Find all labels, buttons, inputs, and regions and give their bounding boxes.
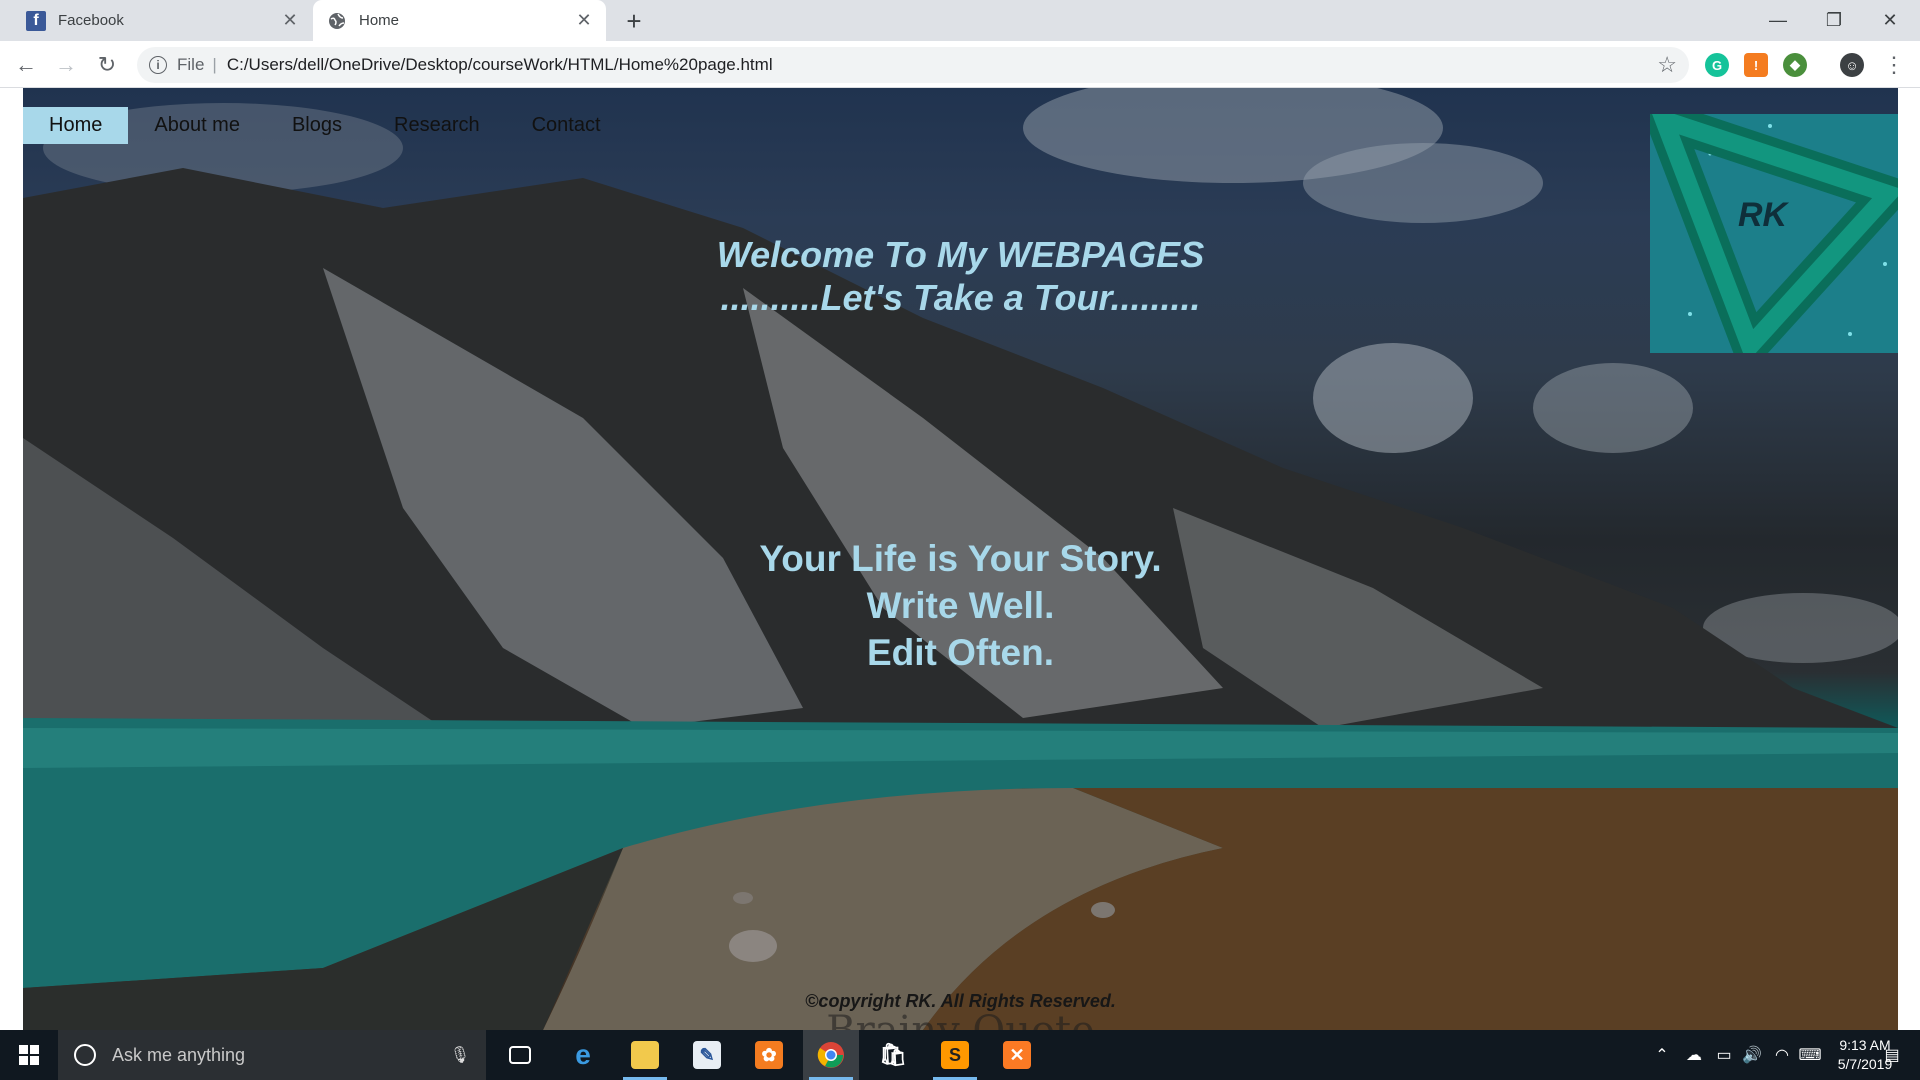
edge-icon: e bbox=[575, 1039, 591, 1070]
extension-icon[interactable]: ◆ bbox=[1783, 53, 1807, 77]
address-bar[interactable]: i File | C:/Users/dell/OneDrive/Desktop/… bbox=[137, 47, 1689, 83]
globe-icon bbox=[327, 11, 347, 31]
facebook-icon: f bbox=[26, 10, 46, 31]
bookmark-star-icon[interactable]: ☆ bbox=[1657, 52, 1677, 78]
grammarly-icon[interactable]: G bbox=[1705, 53, 1729, 77]
notepad-icon: ✎ bbox=[693, 1041, 721, 1069]
task-view-icon bbox=[509, 1046, 531, 1064]
onedrive-icon[interactable]: ☁ bbox=[1680, 1030, 1708, 1080]
cortana-icon bbox=[74, 1044, 96, 1066]
copyright-footer: ©copyright RK. All Rights Reserved. bbox=[805, 991, 1116, 1011]
tab-title: Home bbox=[359, 12, 400, 29]
chrome-icon bbox=[817, 1041, 845, 1069]
quote-line-1: Your Life is Your Story. bbox=[759, 538, 1162, 579]
tab-title: Facebook bbox=[58, 12, 124, 29]
taskbar-search[interactable]: Ask me anything 🎙 bbox=[58, 1030, 486, 1080]
taskbar-store[interactable]: 🛍 bbox=[865, 1030, 921, 1080]
info-icon[interactable]: i bbox=[149, 56, 167, 74]
close-window-button[interactable]: ✕ bbox=[1862, 0, 1918, 41]
taskbar-edge[interactable]: e bbox=[555, 1030, 611, 1080]
volume-icon[interactable]: 🔊 bbox=[1738, 1030, 1766, 1080]
nav-home[interactable]: Home bbox=[23, 107, 129, 144]
quote-line-3: Edit Often. bbox=[866, 632, 1055, 673]
store-icon: 🛍 bbox=[879, 1042, 907, 1067]
taskbar-sublime[interactable]: S bbox=[927, 1030, 983, 1080]
nav-about-me[interactable]: About me bbox=[128, 107, 266, 144]
page-viewport: Home About me Blogs Research Contact RK … bbox=[0, 88, 1920, 1030]
extension-icon[interactable]: ! bbox=[1744, 53, 1768, 77]
quote-line-2: Write Well. bbox=[866, 585, 1055, 626]
task-view-button[interactable] bbox=[492, 1030, 548, 1080]
logo-text: RK bbox=[1738, 196, 1790, 234]
quote-block: Your Life is Your Story. Write Well. Edi… bbox=[23, 535, 1898, 676]
new-tab-button[interactable]: + bbox=[618, 6, 650, 36]
welcome-heading: Welcome To My WEBPAGES ..........Let's T… bbox=[23, 233, 1898, 319]
taskbar-xampp[interactable]: ✕ bbox=[989, 1030, 1045, 1080]
profile-avatar[interactable]: ☺ bbox=[1840, 53, 1864, 77]
nav-contact[interactable]: Contact bbox=[506, 107, 627, 144]
restore-button[interactable]: ❐ bbox=[1806, 0, 1862, 41]
folder-icon bbox=[631, 1041, 659, 1069]
tab-home[interactable]: Home ✕ bbox=[313, 0, 606, 41]
address-scheme: File bbox=[177, 55, 205, 74]
taskbar-file-explorer[interactable] bbox=[617, 1030, 673, 1080]
keyboard-icon[interactable]: ⌨ bbox=[1796, 1030, 1824, 1080]
taskbar-notepad[interactable]: ✎ bbox=[679, 1030, 735, 1080]
welcome-line-1: Welcome To My WEBPAGES bbox=[716, 234, 1205, 275]
nav-blogs[interactable]: Blogs bbox=[266, 107, 368, 144]
battery-icon[interactable]: ▭ bbox=[1710, 1030, 1738, 1080]
reload-button[interactable]: ↻ bbox=[91, 49, 123, 81]
welcome-line-2: ..........Let's Take a Tour......... bbox=[720, 277, 1201, 318]
tab-facebook[interactable]: f Facebook ✕ bbox=[12, 0, 312, 41]
browser-tab-bar: f Facebook ✕ Home ✕ + — ❐ ✕ bbox=[0, 0, 1920, 41]
start-button[interactable] bbox=[0, 1030, 58, 1080]
back-button[interactable]: ← bbox=[10, 49, 42, 81]
sublime-text-icon: S bbox=[941, 1041, 969, 1069]
top-navigation: Home About me Blogs Research Contact bbox=[23, 107, 627, 144]
taskbar-chrome[interactable] bbox=[803, 1030, 859, 1080]
paint-icon: ✿ bbox=[755, 1041, 783, 1069]
microphone-icon[interactable]: 🎙 bbox=[450, 1045, 470, 1065]
search-placeholder: Ask me anything bbox=[112, 1044, 246, 1065]
wifi-icon[interactable]: ◠ bbox=[1768, 1030, 1796, 1080]
hero-background: Home About me Blogs Research Contact RK … bbox=[23, 88, 1898, 1030]
nav-research[interactable]: Research bbox=[368, 107, 506, 144]
close-icon[interactable]: ✕ bbox=[278, 9, 302, 33]
address-url[interactable]: C:/Users/dell/OneDrive/Desktop/courseWor… bbox=[227, 55, 773, 75]
show-hidden-icons[interactable]: ⌃ bbox=[1650, 1030, 1674, 1080]
address-separator: | bbox=[212, 55, 217, 74]
forward-button[interactable]: → bbox=[50, 49, 82, 81]
xampp-icon: ✕ bbox=[1003, 1041, 1031, 1069]
taskbar-paint[interactable]: ✿ bbox=[741, 1030, 797, 1080]
action-center-icon[interactable]: ▤ bbox=[1878, 1030, 1906, 1080]
minimize-button[interactable]: — bbox=[1750, 0, 1806, 41]
menu-icon[interactable]: ⋮ bbox=[1878, 49, 1910, 81]
windows-taskbar: Ask me anything 🎙 e ✎ ✿ 🛍 S ✕ ⌃ ☁ ▭ 🔊 ◠ … bbox=[0, 1030, 1920, 1080]
close-icon[interactable]: ✕ bbox=[572, 9, 596, 33]
browser-toolbar: ← → ↻ i File | C:/Users/dell/OneDrive/De… bbox=[0, 41, 1920, 88]
windows-logo-icon bbox=[19, 1045, 39, 1065]
